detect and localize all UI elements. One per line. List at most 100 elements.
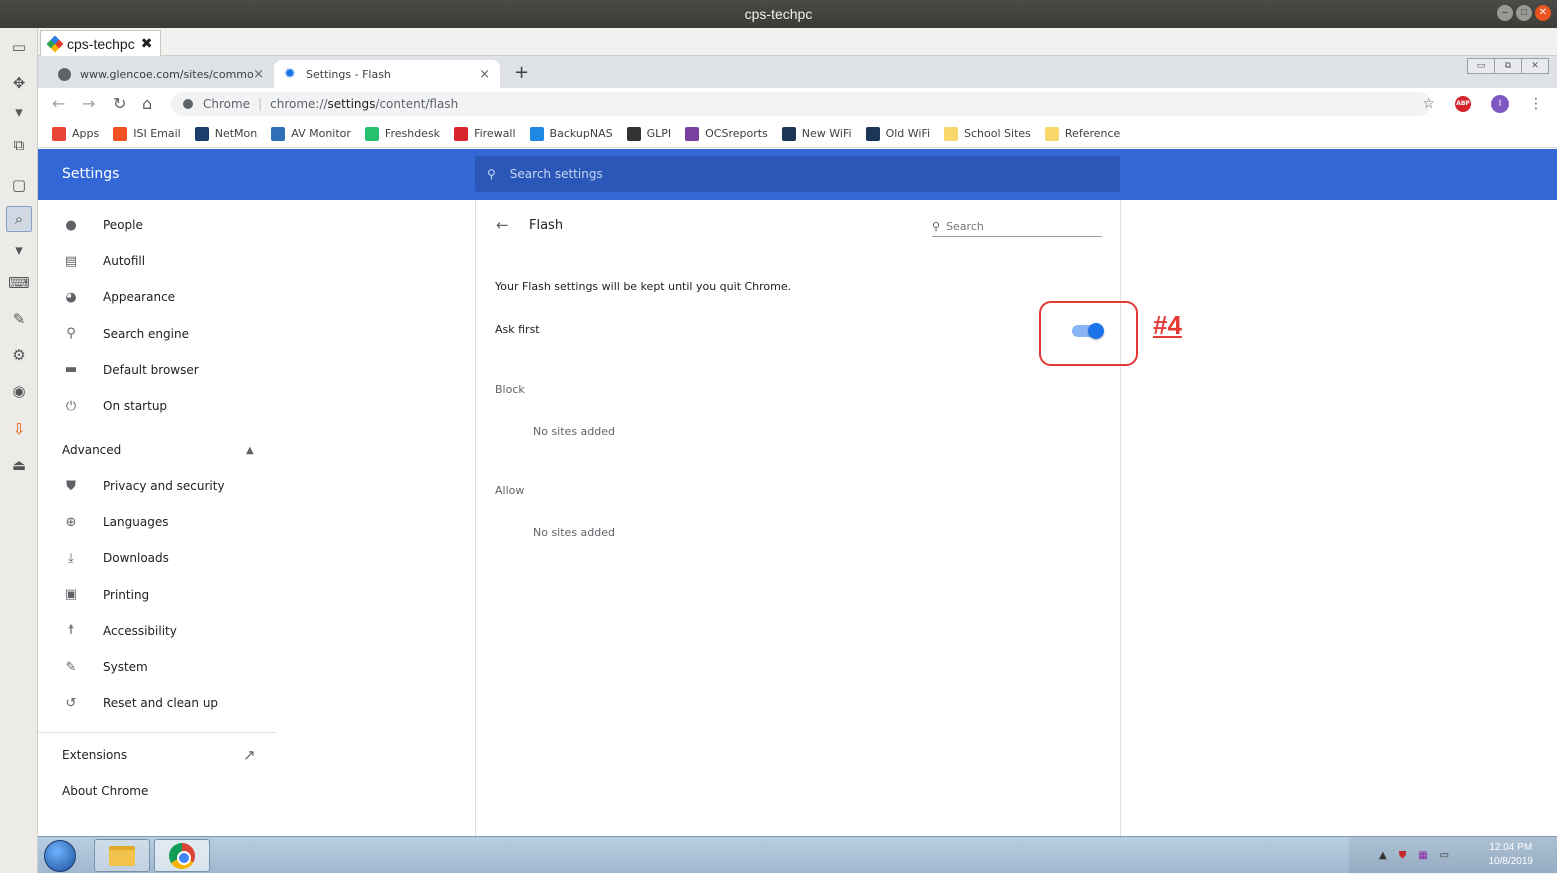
disconnect-icon[interactable]: ⏏ — [6, 452, 32, 478]
sidebar-item-languages[interactable]: ⊕ Languages — [38, 504, 276, 540]
tab-close-icon[interactable]: × — [253, 67, 264, 82]
reload-icon[interactable]: ↻ — [113, 94, 126, 113]
sidebar-item-autofill[interactable]: ▤ Autofill — [38, 243, 276, 279]
session-tab[interactable]: cps-techpc ✖ — [40, 30, 162, 56]
bookmark-label: Old WiFi — [885, 127, 931, 140]
tray-expand-icon[interactable]: ▲ — [1379, 850, 1387, 861]
sidebar-item-reset-and-clean-up[interactable]: ↺ Reset and clean up — [38, 685, 276, 721]
sidebar-item-system[interactable]: ✎ System — [38, 649, 276, 685]
flash-search-input[interactable] — [946, 220, 1087, 233]
bookmark-apps[interactable]: Apps — [52, 126, 99, 141]
bookmark-school-sites[interactable]: School Sites — [944, 126, 1031, 141]
adblock-icon[interactable]: ABP — [1455, 96, 1471, 112]
sidebar-advanced-toggle[interactable]: Advanced ▲ — [38, 432, 276, 468]
palette-icon: ◕ — [65, 289, 77, 305]
chevron-down-icon[interactable]: ▾ — [6, 103, 32, 121]
sidebar-item-label: Privacy and security — [103, 479, 225, 493]
settings-header: Settings ⚲ — [38, 149, 1557, 200]
app-tray-icon[interactable]: ▦ — [1418, 850, 1427, 861]
bookmark-reference[interactable]: Reference — [1044, 126, 1120, 141]
start-button[interactable] — [44, 840, 76, 872]
url-prefix: chrome:// — [270, 97, 328, 111]
fullscreen-icon[interactable]: ▢ — [6, 172, 32, 198]
sidebar-item-default-browser[interactable]: ▬ Default browser — [38, 352, 276, 388]
keyboard-icon[interactable]: ⌨ — [6, 270, 32, 296]
zoom-view-icon[interactable]: ⌕ — [6, 206, 32, 232]
taskbar-explorer[interactable] — [94, 839, 150, 872]
taskbar-chrome[interactable] — [154, 839, 210, 872]
minimize-button[interactable]: – — [1497, 5, 1513, 21]
bookmark-glpi[interactable]: GLPI — [626, 126, 671, 141]
sidebar-item-on-startup[interactable]: ⏻ On startup — [38, 388, 276, 424]
sidebar-item-label: Autofill — [103, 254, 146, 269]
bookmark-favicon-icon — [529, 126, 544, 141]
sidebar-item-printing[interactable]: ▣ Printing — [38, 577, 276, 613]
close-button[interactable]: ✕ — [1535, 5, 1551, 21]
browser-minimize-button[interactable]: ▭ — [1467, 58, 1495, 74]
bookmark-av-monitor[interactable]: AV Monitor — [271, 126, 351, 141]
window-icon[interactable]: ▭ — [6, 34, 32, 60]
browser-close-button[interactable]: ✕ — [1521, 58, 1549, 74]
back-arrow-icon[interactable]: ← — [496, 216, 509, 234]
printer-icon: ▣ — [64, 587, 78, 603]
bookmark-label: ISI Email — [133, 127, 181, 140]
sidebar-item-people[interactable]: ● People — [38, 207, 276, 243]
maximize-button[interactable]: □ — [1516, 5, 1532, 21]
url-path: /content/flash — [375, 97, 459, 111]
bookmark-backupnas[interactable]: BackupNAS — [529, 126, 613, 141]
profile-avatar[interactable]: I — [1491, 95, 1509, 113]
gears-icon[interactable]: ⚙ — [6, 342, 32, 368]
clock[interactable]: 12:04 PM 10/8/2019 — [1489, 841, 1534, 869]
tab-label: www.glencoe.com/sites/commo — [80, 67, 254, 81]
sidebar-item-about[interactable]: About Chrome — [38, 773, 276, 809]
transfer-icon[interactable]: ⇩ — [6, 416, 32, 442]
bookmark-new-wifi[interactable]: New WiFi — [781, 126, 852, 141]
session-close-icon[interactable]: ✖ — [141, 35, 153, 52]
sidebar-item-privacy-and-security[interactable]: ⛊ Privacy and security — [38, 468, 276, 504]
camera-icon[interactable]: ◉ — [6, 378, 32, 404]
chevron-down-icon[interactable]: ▾ — [6, 241, 32, 259]
omnibox-url[interactable]: chrome://settings/content/flash — [270, 97, 458, 111]
tab-close-icon[interactable]: × — [479, 67, 490, 82]
browser-restore-button[interactable]: ⧉ — [1494, 58, 1522, 74]
remote-window-title: cps-techpc — [744, 6, 813, 22]
home-icon[interactable]: ⌂ — [142, 94, 152, 113]
settings-search: ⚲ — [475, 156, 1120, 192]
network-tray-icon[interactable]: ▭ — [1440, 850, 1449, 861]
flash-settings-card: ← Flash ⚲ Your Flash settings will be ke… — [475, 200, 1121, 836]
sidebar-item-search-engine[interactable]: ⚲ Search engine — [38, 316, 276, 352]
bookmark-freshdesk[interactable]: Freshdesk — [364, 126, 440, 141]
taskbar: ▲ ⛊ ▦ ▭ 12:04 PM 10/8/2019 — [38, 836, 1557, 874]
tab-settings-flash[interactable]: ✹ Settings - Flash × — [274, 60, 500, 88]
back-arrow-icon[interactable]: ← — [52, 94, 65, 113]
sidebar-item-accessibility[interactable]: ☨ Accessibility — [38, 613, 276, 649]
search-icon: ⚲ — [66, 326, 76, 342]
forward-arrow-icon[interactable]: → — [82, 94, 95, 113]
bookmark-label: AV Monitor — [291, 127, 351, 140]
sidebar-item-downloads[interactable]: ⤓ Downloads — [38, 540, 276, 576]
shield-tray-icon[interactable]: ⛊ — [1399, 850, 1407, 861]
bookmark-isi-email[interactable]: ISI Email — [113, 126, 181, 141]
bookmark-favicon-icon — [626, 126, 641, 141]
bookmark-ocsreports[interactable]: OCSreports — [685, 126, 768, 141]
menu-kebab-icon[interactable]: ⋮ — [1529, 96, 1543, 112]
tab-glencoe[interactable]: www.glencoe.com/sites/commo × — [48, 60, 274, 88]
sidebar-item-extensions[interactable]: Extensions ↗ — [38, 737, 276, 773]
omnibox[interactable]: Chrome | chrome://settings/content/flash — [171, 92, 1431, 116]
new-tab-button[interactable]: + — [514, 62, 529, 83]
sidebar-about-label: About Chrome — [62, 784, 149, 798]
chrome-site-icon — [183, 99, 193, 109]
settings-search-input[interactable] — [509, 167, 1070, 181]
sidebar-divider — [38, 732, 276, 733]
shield-icon: ⛊ — [66, 478, 76, 494]
bookmark-firewall[interactable]: Firewall — [454, 126, 516, 141]
tools-icon[interactable]: ✎ — [6, 306, 32, 332]
move-icon[interactable]: ✥ — [6, 70, 32, 96]
bookmark-old-wifi[interactable]: Old WiFi — [865, 126, 931, 141]
bookmark-label: NetMon — [214, 127, 258, 140]
bookmark-netmon[interactable]: NetMon — [194, 126, 258, 141]
sidebar-extensions-label: Extensions — [62, 748, 128, 762]
sidebar-item-appearance[interactable]: ◕ Appearance — [38, 279, 276, 315]
bookmark-star-icon[interactable]: ☆ — [1422, 96, 1435, 112]
screens-icon[interactable]: ⧉ — [6, 132, 32, 158]
